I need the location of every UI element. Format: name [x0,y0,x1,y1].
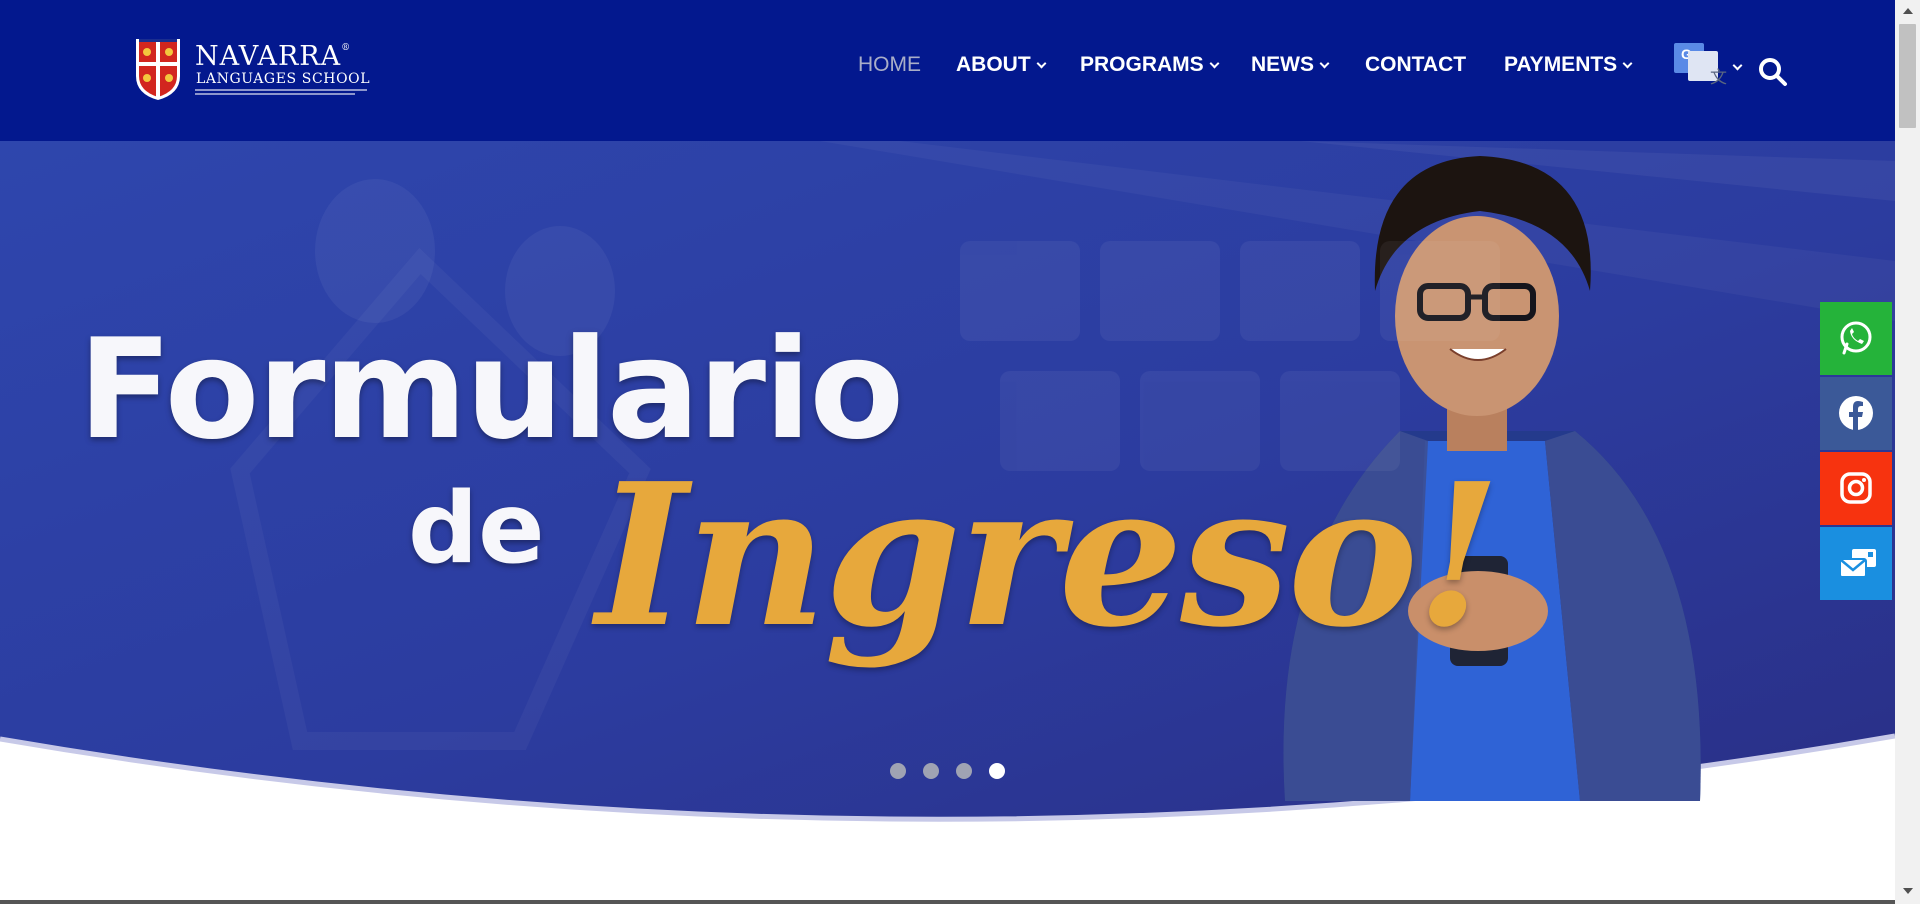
window-bottom-edge [0,900,1895,904]
search-icon[interactable] [1758,57,1788,87]
crest-icon [136,39,180,100]
contact-button[interactable] [1820,527,1892,600]
vertical-scrollbar[interactable] [1895,0,1920,904]
slider-dot-4[interactable] [989,763,1005,779]
mail-icon [1839,549,1876,578]
slider-dot-2[interactable] [923,763,939,779]
chevron-down-icon[interactable] [1732,60,1743,71]
facebook-icon [1839,396,1873,430]
chevron-down-icon [1036,58,1047,69]
logo-fine-print [195,89,367,91]
slider-dot-3[interactable] [956,763,972,779]
chevron-down-icon [1209,58,1220,69]
nav-payments[interactable]: PAYMENTS [1504,53,1633,77]
scroll-down-arrow-icon[interactable] [1903,888,1913,894]
chevron-down-icon [1319,58,1330,69]
scrollbar-thumb[interactable] [1899,24,1916,128]
facebook-button[interactable] [1820,377,1892,450]
slider-dot-1[interactable] [890,763,906,779]
instagram-button[interactable] [1820,452,1892,525]
chevron-down-icon [1622,58,1633,69]
logo-fine-print [195,93,355,95]
nav-programs[interactable]: PROGRAMS [1080,53,1220,77]
nav-home[interactable]: HOME [858,53,921,77]
nav-about[interactable]: ABOUT [956,53,1047,77]
logo-brand: NAVARRA® [195,41,352,72]
navarra-logo[interactable]: NAVARRA® LANGUAGES SCHOOL [133,34,370,104]
google-translate-icon[interactable]: G 文 [1674,43,1727,88]
logo-subtitle: LANGUAGES SCHOOL [196,71,371,87]
whatsapp-button[interactable] [1820,302,1892,375]
nav-news[interactable]: NEWS [1251,53,1330,77]
hero-title-line2: de [408,472,545,586]
whatsapp-icon [1840,321,1872,355]
site-header: NAVARRA® LANGUAGES SCHOOL HOME ABOUT PRO… [0,0,1895,141]
hero-title-line3: Ingreso! [596,441,1501,671]
nav-contact[interactable]: CONTACT [1365,53,1466,77]
hero-slider: Formulario de Ingreso! [0,141,1895,846]
scroll-up-arrow-icon[interactable] [1903,8,1913,14]
instagram-icon [1840,472,1872,504]
